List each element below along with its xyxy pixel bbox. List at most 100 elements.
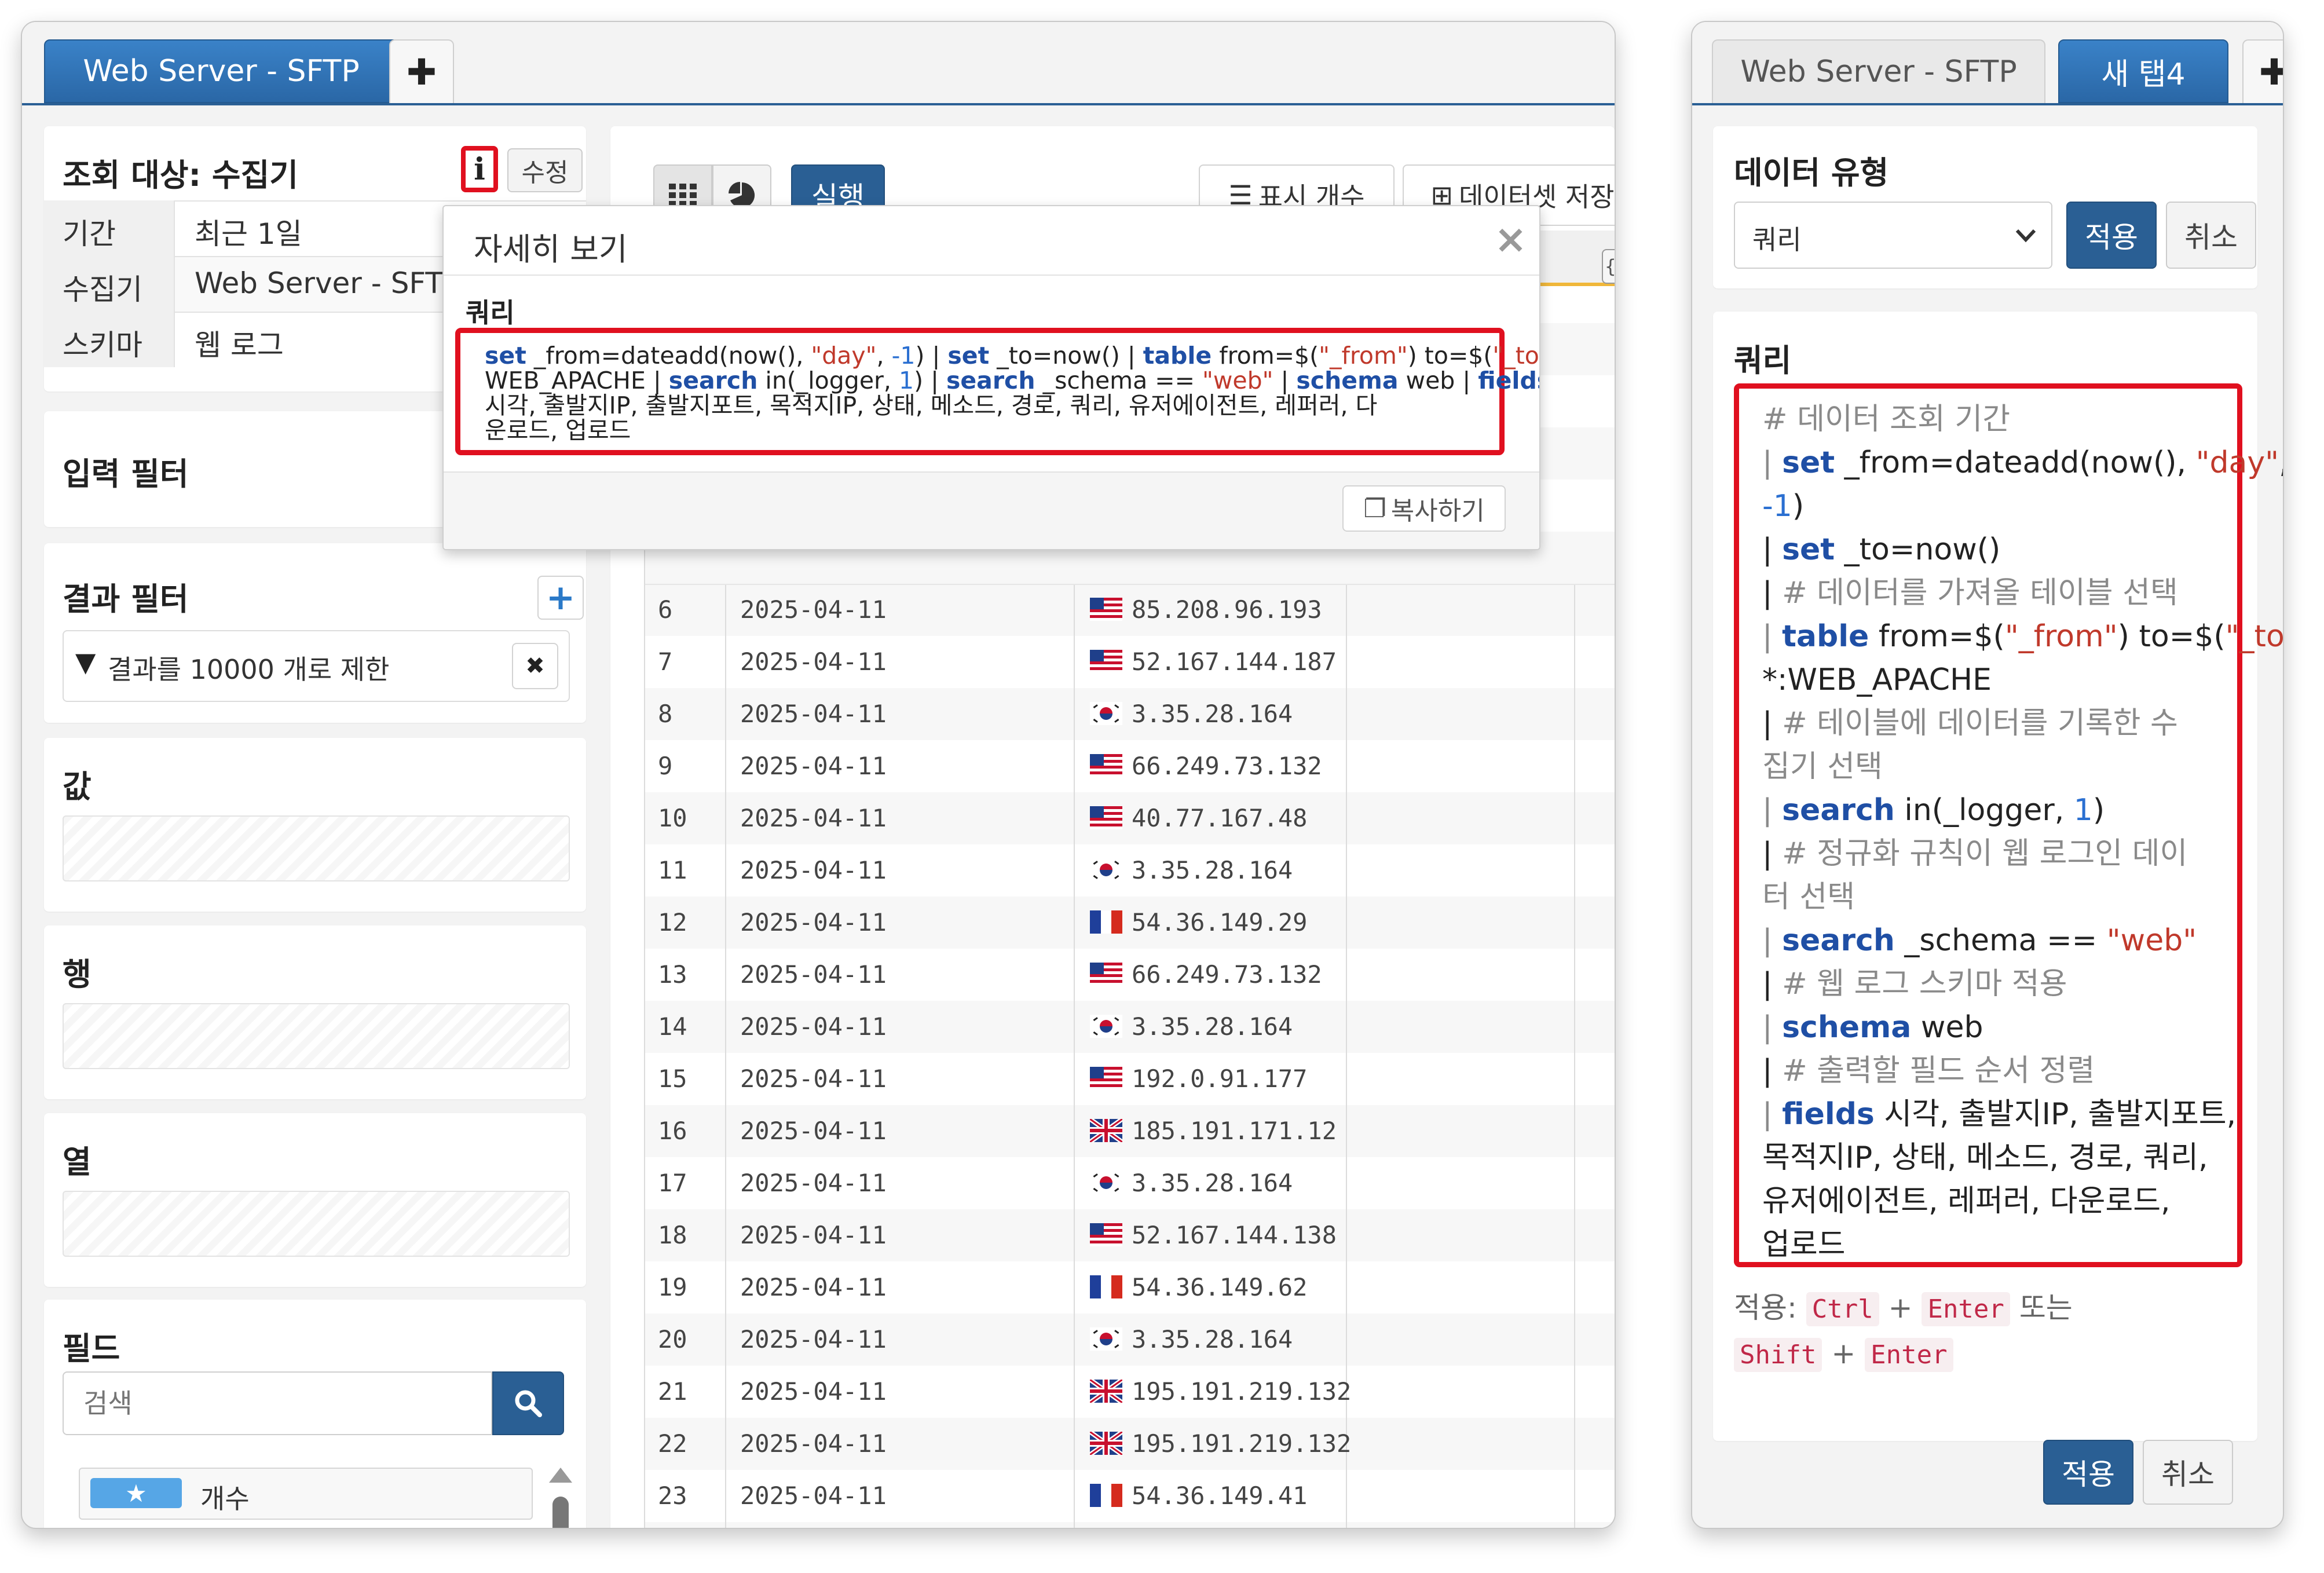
empty-cell xyxy=(1348,1314,1575,1366)
field-item-count[interactable]: ★ 개수 xyxy=(79,1468,533,1520)
schema-key: 스키마 xyxy=(63,328,142,362)
source-ip-cell: 54.36.149.62 xyxy=(1076,1261,1347,1314)
source-ip-cell: 3.35.28.164 xyxy=(1076,1001,1347,1053)
tab-new-tab4[interactable]: 새 탭4 xyxy=(2058,39,2228,103)
table-row[interactable]: 232025-04-11 13:28:38+0900 54.36.149.41 xyxy=(645,1470,1615,1523)
shortcut-hint: 적용: Ctrl + Enter 또는 Shift + Enter xyxy=(1734,1286,2244,1377)
flag-kr-icon xyxy=(1090,1015,1122,1038)
time-cell: 2025-04-11 13:32:40+0900 xyxy=(727,1157,1075,1249)
empty-cell xyxy=(1575,844,1615,897)
table-row[interactable]: 122025-04-11 13:33:23+0900 54.36.149.29 xyxy=(645,897,1615,989)
table-row[interactable]: 142025-04-11 13:33:15+0900 3.35.28.164 xyxy=(645,1001,1615,1093)
time-cell: 2025-04-11 13:35:08+0900 xyxy=(727,688,1075,780)
table-row[interactable]: 72025-04-11 13:35:09+0900 52.167.144.187 xyxy=(645,636,1615,728)
cancel-button[interactable]: 취소 xyxy=(2143,1440,2233,1505)
flag-us-icon xyxy=(1090,1067,1122,1090)
row-number-cell: 11 xyxy=(645,844,726,897)
filter-icon: ▼ xyxy=(75,646,96,678)
add-tab-button[interactable]: ✚ xyxy=(2242,39,2283,103)
collector-key: 수집기 xyxy=(63,273,142,306)
source-ip-cell: 52.167.144.187 xyxy=(1076,636,1347,688)
table-row[interactable]: 222025-04-11 13:29:01+0900 195.191.219.13… xyxy=(645,1418,1615,1510)
source-ip-cell: 54.36.149.41 xyxy=(1076,1470,1347,1522)
row-number-cell: 16 xyxy=(645,1105,726,1157)
edit-button[interactable]: 수정 xyxy=(507,148,583,192)
time-cell: 2025-04-11 13:35:10+0900 xyxy=(727,584,1075,676)
row-number-cell: 21 xyxy=(645,1366,726,1418)
table-row[interactable]: 202025-04-11 13:31:01+0900 3.35.28.164 xyxy=(645,1314,1615,1406)
rows-dropzone[interactable] xyxy=(63,1003,570,1069)
apply-button[interactable]: 적용 xyxy=(2043,1440,2133,1505)
columns-dropzone[interactable] xyxy=(63,1191,570,1257)
table-row[interactable]: 62025-04-11 13:35:10+0900 85.208.96.193 xyxy=(645,584,1615,676)
empty-cell xyxy=(1575,636,1615,688)
values-dropzone[interactable] xyxy=(63,815,570,881)
row-number-cell: 13 xyxy=(645,949,726,1001)
table-row[interactable]: 182025-04-11 13:31:02+0900 52.167.144.138 xyxy=(645,1209,1615,1301)
source-ip-cell: 195.191.219.132 xyxy=(1076,1418,1351,1470)
source-ip-cell: 3.35.28.164 xyxy=(1076,844,1347,897)
field-search-input[interactable] xyxy=(63,1371,492,1435)
data-type-panel: 데이터 유형 쿼리 적용 취소 xyxy=(1713,126,2257,288)
table-row[interactable]: 82025-04-11 13:35:08+0900 3.35.28.164 xyxy=(645,688,1615,780)
data-type-select[interactable]: 쿼리 xyxy=(1734,202,2052,269)
table-row[interactable]: 112025-04-11 13:34:07+0900 3.35.28.164 xyxy=(645,844,1615,937)
empty-cell xyxy=(1348,1522,1575,1528)
table-row[interactable]: 102025-04-11 13:34:07+0900 40.77.167.48 xyxy=(645,792,1615,884)
copy-button[interactable]: ❐ 복사하기 xyxy=(1342,485,1506,532)
add-result-filter-button[interactable]: + xyxy=(537,576,584,620)
empty-cell xyxy=(1575,1470,1615,1522)
time-cell: 2025-04-11 13:34:10+0900 xyxy=(727,740,1075,832)
values-panel: 값 xyxy=(44,738,586,912)
ip-text: 3.35.28.164 xyxy=(1132,1325,1293,1353)
popup-query-label: 쿼리 xyxy=(466,297,515,328)
source-ip-cell: 3.35.28.164 xyxy=(1076,688,1347,740)
empty-cell xyxy=(1348,636,1575,688)
table-row[interactable]: 212025-04-11 13:29:01+0900 195.191.219.13… xyxy=(645,1366,1615,1458)
tab-bar: Web Server - SFTP ✚ xyxy=(22,22,1615,105)
empty-cell xyxy=(1575,1522,1615,1528)
query-title: 쿼리 xyxy=(1734,342,1792,379)
flag-fr-icon xyxy=(1090,910,1122,934)
tab-web-server-sftp[interactable]: Web Server - SFTP xyxy=(44,39,398,103)
flag-kr-icon xyxy=(1090,1171,1122,1194)
time-cell: 2025-04-11 13:29:01+0900 xyxy=(727,1418,1075,1510)
empty-cell xyxy=(1348,1053,1575,1105)
flag-fr-icon xyxy=(1090,1275,1122,1298)
remove-filter-button[interactable]: ✖ xyxy=(512,643,558,689)
flag-us-icon xyxy=(1090,598,1122,621)
ip-text: 66.249.73.132 xyxy=(1132,960,1322,989)
query-editor[interactable]: # 데이터 조회 기간 | set _from=dateadd(now(), "… xyxy=(1734,383,2283,1267)
result-filter-panel: 결과 필터 + ▼ 결과를 10000 개로 제한 ✖ xyxy=(44,543,586,723)
table-row[interactable]: 92025-04-11 13:34:10+0900 66.249.73.132 xyxy=(645,740,1615,832)
chevron-down-icon xyxy=(2015,229,2036,243)
scroll-up-icon[interactable] xyxy=(549,1468,572,1483)
table-row[interactable]: 132025-04-11 13:33:15+0900 66.249.73.132 xyxy=(645,949,1615,1041)
table-row[interactable]: 192025-04-11 13:31:01+0900 54.36.149.62 xyxy=(645,1261,1615,1353)
empty-cell xyxy=(1348,1105,1575,1157)
table-row[interactable]: 242025-04-11 13:28:38+09003.35.28.164 xyxy=(645,1522,1615,1528)
ip-text: 195.191.219.132 xyxy=(1132,1429,1352,1458)
tab-web-server-sftp[interactable]: Web Server - SFTP xyxy=(1712,39,2045,103)
ip-text: 3.35.28.164 xyxy=(1132,1169,1293,1197)
field-search-button[interactable] xyxy=(492,1371,564,1435)
scrollbar-thumb[interactable] xyxy=(552,1497,569,1528)
add-tab-button[interactable]: ✚ xyxy=(389,39,454,103)
source-ip-cell: 3.35.28.164 xyxy=(1076,1157,1347,1209)
data-type-title: 데이터 유형 xyxy=(1734,155,1889,191)
empty-cell xyxy=(1575,1001,1615,1053)
source-ip-cell: 54.36.149.29 xyxy=(1076,897,1347,949)
data-type-apply-button[interactable]: 적용 xyxy=(2066,202,2157,269)
table-row[interactable]: 152025-04-11 13:32:41+0900 192.0.91.177 xyxy=(645,1053,1615,1145)
flag-us-icon xyxy=(1090,650,1122,673)
table-row[interactable]: 162025-04-11 13:32:40+0900 185.191.171.12 xyxy=(645,1105,1615,1197)
info-icon[interactable]: i xyxy=(461,146,498,192)
copy-icon: ❐ xyxy=(1363,493,1386,524)
close-icon[interactable]: × xyxy=(1494,217,1527,262)
ip-text: 3.35.28.164 xyxy=(1132,1012,1293,1041)
data-type-cancel-button[interactable]: 취소 xyxy=(2166,202,2256,269)
table-row[interactable]: 172025-04-11 13:32:40+0900 3.35.28.164 xyxy=(645,1157,1615,1249)
data-type-selected: 쿼리 xyxy=(1752,224,1802,255)
collector-value: Web Server - SFTP xyxy=(195,266,461,300)
row-number-cell: 18 xyxy=(645,1209,726,1261)
